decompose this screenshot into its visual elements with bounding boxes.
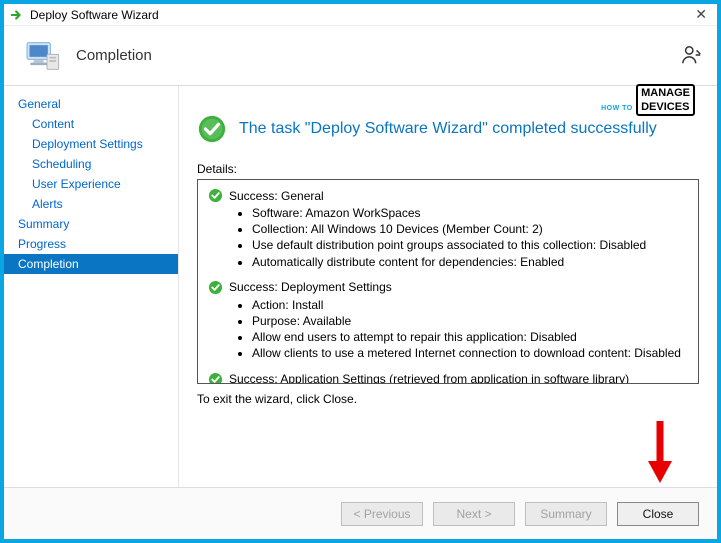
titlebar: Deploy Software Wizard ✕ — [4, 4, 717, 26]
detail-item: Action: Install — [252, 297, 688, 313]
wizard-header: Completion — [4, 26, 717, 86]
sidebar-item-user-experience[interactable]: User Experience — [4, 174, 178, 194]
page-title: Completion — [76, 47, 152, 64]
sidebar-item-content[interactable]: Content — [4, 114, 178, 134]
summary-button: Summary — [525, 502, 607, 526]
sidebar-item-completion[interactable]: Completion — [4, 254, 178, 274]
section-header: Success: Application Settings (retrieved… — [208, 372, 688, 385]
sidebar-item-summary[interactable]: Summary — [4, 214, 178, 234]
detail-item: Allow end users to attempt to repair thi… — [252, 329, 688, 345]
section-bullets: Software: Amazon WorkSpacesCollection: A… — [208, 205, 688, 270]
detail-item: Automatically distribute content for dep… — [252, 254, 688, 270]
sidebar-item-deployment-settings[interactable]: Deployment Settings — [4, 134, 178, 154]
details-section: Success: Deployment Settings Action: Inst… — [208, 280, 688, 362]
wizard-body: GeneralContentDeployment SettingsSchedul… — [4, 86, 717, 487]
success-check-icon — [208, 188, 223, 203]
detail-item: Allow clients to use a metered Internet … — [252, 345, 688, 361]
details-box[interactable]: Success: General Software: Amazon WorkSpa… — [197, 179, 699, 384]
close-button[interactable]: Close — [617, 502, 699, 526]
previous-button: < Previous — [341, 502, 423, 526]
sidebar-item-alerts[interactable]: Alerts — [4, 194, 178, 214]
section-title: Success: Deployment Settings — [229, 280, 392, 294]
section-bullets: Action: InstallPurpose: AvailableAllow e… — [208, 297, 688, 362]
wizard-footer: < Previous Next > Summary Close — [4, 487, 717, 539]
details-section: Success: General Software: Amazon WorkSpa… — [208, 188, 688, 270]
sidebar-item-general[interactable]: General — [4, 94, 178, 114]
details-section: Success: Application Settings (retrieved… — [208, 372, 688, 385]
success-message: The task "Deploy Software Wizard" comple… — [239, 120, 657, 138]
section-header: Success: Deployment Settings — [208, 280, 688, 295]
sidebar-item-progress[interactable]: Progress — [4, 234, 178, 254]
success-banner: The task "Deploy Software Wizard" comple… — [197, 114, 699, 144]
computer-icon — [22, 36, 62, 76]
sidebar-item-scheduling[interactable]: Scheduling — [4, 154, 178, 174]
detail-item: Purpose: Available — [252, 313, 688, 329]
wizard-arrow-icon — [10, 8, 24, 22]
success-check-icon — [208, 372, 223, 385]
watermark: HOW TO MANAGEDEVICES — [601, 84, 695, 116]
detail-item: Use default distribution point groups as… — [252, 237, 688, 253]
success-check-icon — [208, 280, 223, 295]
details-label: Details: — [197, 162, 699, 176]
success-check-icon — [197, 114, 227, 144]
detail-item: Collection: All Windows 10 Devices (Memb… — [252, 221, 688, 237]
section-title: Success: General — [229, 189, 324, 203]
content-pane: HOW TO MANAGEDEVICES The task "Deploy So… — [179, 86, 717, 487]
sidebar: GeneralContentDeployment SettingsSchedul… — [4, 86, 179, 487]
section-header: Success: General — [208, 188, 688, 203]
section-title: Success: Application Settings (retrieved… — [229, 372, 629, 384]
exit-instruction: To exit the wizard, click Close. — [197, 392, 699, 406]
person-icon — [681, 44, 703, 71]
detail-item: Software: Amazon WorkSpaces — [252, 205, 688, 221]
close-icon[interactable]: ✕ — [691, 6, 711, 23]
wizard-window: Deploy Software Wizard ✕ Completion Gene… — [0, 0, 721, 543]
next-button: Next > — [433, 502, 515, 526]
window-title: Deploy Software Wizard — [30, 8, 691, 22]
